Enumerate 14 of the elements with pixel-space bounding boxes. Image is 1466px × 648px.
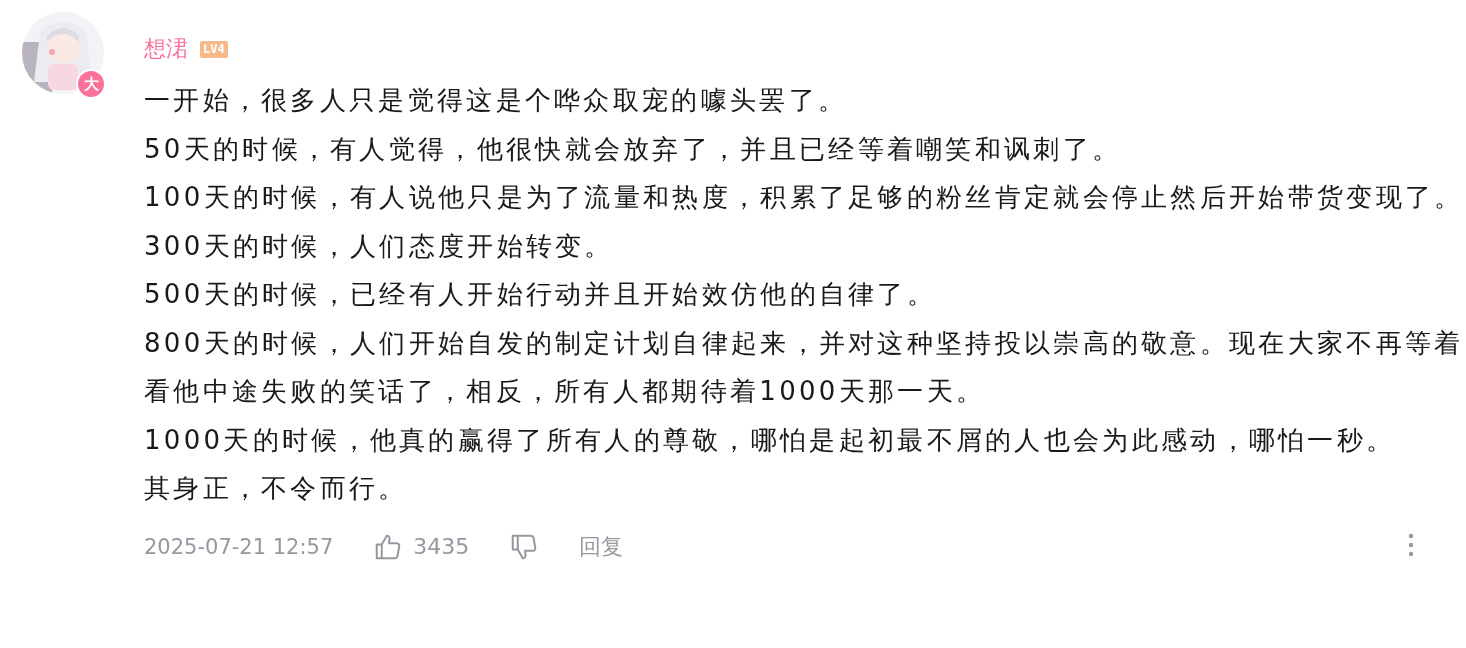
user-name[interactable]: 想涒 <box>144 34 188 64</box>
level-badge: LV4 <box>200 40 228 58</box>
reply-button[interactable]: 回复 <box>579 531 624 562</box>
comment-text: 100天的时候，有人说他只是为了流量和热度，积累了足够的粉丝肯定就会停止然后开始带货变现了。 <box>144 181 1464 214</box>
comment-text: 50天的时候，有人觉得，他很快就会放弃了，并且已经等着嘲笑和讽刺了。 <box>144 132 1123 166</box>
comment-text: 一开始，很多人只是觉得这是个哗众取宠的噱头罢了。 <box>144 84 849 117</box>
comment-text: 500天的时候，已经有人开始行动并且开始效仿他的自律了。 <box>144 278 938 311</box>
badge-label: 大 <box>76 69 106 99</box>
comment-text: 1000天的时候，他真的赢得了所有人的尊敬，哪怕是起初最不屑的人也会为此感动，哪怕一秒。 <box>144 423 1397 457</box>
comment-text: 其身正，不令而行。 <box>144 472 409 505</box>
comment-text: 800天的时候，人们开始自发的制定计划自律起来，并对这种坚持投以崇高的敬意。现在大家不再等着看他中途失败的笑话了，相反，所有人都期待着1000天那一天。 <box>144 326 1464 408</box>
like-button[interactable]: 3435 <box>373 531 470 562</box>
comment-text: 300天的时候，人们态度开始转变。 <box>144 229 615 263</box>
comment-time: 2025-07-21 12:57 <box>144 534 334 559</box>
